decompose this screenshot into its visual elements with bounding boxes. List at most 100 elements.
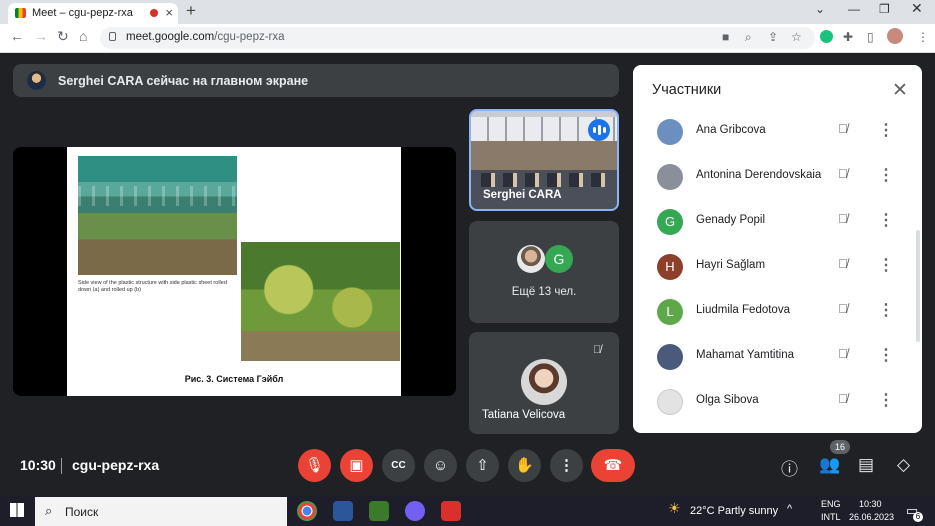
app-icon[interactable] xyxy=(369,501,389,521)
participant-row[interactable]: G Genady Popil 🎙̸ ⋮ xyxy=(633,200,913,245)
participant-avatar xyxy=(657,164,683,190)
captions-icon: CC xyxy=(391,460,406,471)
participant-name: Ana Gribcova xyxy=(696,124,766,136)
participant-avatar: H xyxy=(657,254,683,280)
more-options-button[interactable]: ⋮ xyxy=(550,449,583,482)
reactions-button[interactable]: ☺ xyxy=(424,449,457,482)
close-panel-icon[interactable]: ✕ xyxy=(892,79,908,102)
share-icon[interactable]: ⇪ xyxy=(768,30,778,44)
present-screen-button[interactable]: ⇧ xyxy=(466,449,499,482)
search-placeholder: Поиск xyxy=(65,505,99,519)
more-participants-tile[interactable] xyxy=(469,221,619,323)
more-vert-icon[interactable]: ⋮ xyxy=(878,255,894,275)
more-vert-icon[interactable]: ⋮ xyxy=(878,210,894,230)
activities-icon[interactable]: ◇ xyxy=(897,455,910,475)
clock-date[interactable]: 26.06.2023 xyxy=(849,512,894,522)
new-tab-button[interactable]: + xyxy=(186,1,196,21)
camera-off-icon: ▣ xyxy=(349,457,364,474)
home-icon[interactable]: ⌂ xyxy=(79,28,87,44)
viber-icon[interactable] xyxy=(405,501,425,521)
profile-avatar[interactable] xyxy=(887,28,903,44)
chat-icon[interactable]: ▤ xyxy=(858,455,874,475)
participant-row[interactable]: Ana Gribcova 🎙̸ ⋮ xyxy=(633,110,913,155)
participant-name: Antonina Derendovskaia xyxy=(696,169,822,181)
emoji-icon: ☺ xyxy=(432,457,449,474)
browser-tab[interactable]: Meet – cgu-pepz-rxa × xyxy=(8,3,178,24)
leave-call-button[interactable]: ☎ xyxy=(591,449,635,482)
camera-icon[interactable]: ■ xyxy=(722,30,729,44)
bookmark-star-icon[interactable]: ☆ xyxy=(791,30,802,44)
participant-row[interactable]: L Liudmila Fedotova 🎙̸ ⋮ xyxy=(633,290,913,335)
clock-time[interactable]: 10:30 xyxy=(859,499,882,509)
participant-name: Genady Popil xyxy=(696,214,766,226)
menu-kebab-icon[interactable]: ⋮ xyxy=(917,30,929,44)
hang-up-icon: ☎ xyxy=(603,457,623,474)
weather-text[interactable]: 22°C Partly sunny xyxy=(690,505,778,517)
zoom-icon[interactable]: ⌕ xyxy=(745,30,752,45)
meeting-time: 10:30 xyxy=(20,457,56,473)
divider xyxy=(61,458,62,474)
slide-photo-grapes xyxy=(241,242,400,361)
participant-row[interactable]: H Hayri Sağlam 🎙̸ ⋮ xyxy=(633,245,913,290)
reload-icon[interactable]: ↻ xyxy=(57,28,69,45)
participant-name: Mahamat Yamtitina xyxy=(696,349,795,361)
panel-scrollbar[interactable] xyxy=(916,230,920,342)
pdf-icon[interactable] xyxy=(441,501,461,521)
mic-off-icon: 🎙̸ xyxy=(838,211,848,226)
weather-icon: ☀ xyxy=(668,500,681,516)
url-field[interactable]: meet.google.com/cgu-pepz-rxa xyxy=(100,27,815,49)
word-icon[interactable] xyxy=(333,501,353,521)
mic-off-icon: 🎙̸ xyxy=(838,301,848,316)
present-icon: ⇧ xyxy=(476,457,489,474)
windows-start-icon[interactable] xyxy=(10,503,24,517)
info-icon[interactable]: ⓘ xyxy=(781,455,798,480)
search-icon: ⌕ xyxy=(45,503,53,518)
people-icon[interactable]: 👥 xyxy=(819,455,840,475)
lang-line1[interactable]: ENG xyxy=(821,499,841,509)
more-vert-icon[interactable]: ⋮ xyxy=(878,165,894,185)
meet-favicon-icon xyxy=(15,8,26,18)
tile-name: Tatiana Velicova xyxy=(482,409,566,421)
lang-line2[interactable]: INTL xyxy=(821,512,841,522)
tray-chevron-icon[interactable]: ^ xyxy=(787,503,792,515)
presenting-banner: Serghei CARA сейчас на главном экране xyxy=(13,64,619,97)
participant-avatar xyxy=(657,119,683,145)
more-vert-icon[interactable]: ⋮ xyxy=(878,300,894,320)
mic-toggle-button[interactable]: 🎙 xyxy=(298,449,331,482)
mic-off-icon: 🎙̸ xyxy=(838,391,848,406)
participants-count-badge: 16 xyxy=(830,440,850,454)
extensions-puzzle-icon[interactable]: ✚ xyxy=(843,30,853,44)
participant-avatar xyxy=(657,344,683,370)
more-vert-icon[interactable]: ⋮ xyxy=(878,120,894,140)
mic-off-icon: 🎙̸ xyxy=(838,121,848,136)
participant-row[interactable]: Olga Sibova 🎙̸ ⋮ xyxy=(633,380,913,425)
more-vert-icon: ⋮ xyxy=(559,457,574,474)
side-panel-icon[interactable]: ▯ xyxy=(867,30,874,44)
extension-icon[interactable] xyxy=(820,30,833,43)
restore-icon[interactable]: ❐ xyxy=(879,2,890,16)
raise-hand-button[interactable]: ✋ xyxy=(508,449,541,482)
chevron-down-icon[interactable]: ⌄ xyxy=(815,2,825,16)
slide-caption: Side view of the plastic structure with … xyxy=(78,280,227,293)
url-path: /cgu-pepz-rxa xyxy=(214,31,285,43)
more-vert-icon[interactable]: ⋮ xyxy=(878,390,894,410)
participant-name: Hayri Sağlam xyxy=(696,259,766,271)
back-icon[interactable]: ← xyxy=(10,28,24,44)
notification-count: 6 xyxy=(913,512,923,522)
participant-avatar xyxy=(521,359,567,405)
more-vert-icon[interactable]: ⋮ xyxy=(878,345,894,365)
captions-button[interactable]: CC xyxy=(382,449,415,482)
participant-name: Liudmila Fedotova xyxy=(696,304,790,316)
forward-icon[interactable]: → xyxy=(34,28,48,44)
presenter-avatar xyxy=(27,71,46,90)
taskbar-search[interactable]: ⌕ Поиск xyxy=(35,497,287,526)
participant-row[interactable]: Mahamat Yamtitina 🎙̸ ⋮ xyxy=(633,335,913,380)
hand-icon: ✋ xyxy=(515,457,534,474)
participant-row[interactable]: Antonina Derendovskaia 🎙̸ ⋮ xyxy=(633,155,913,200)
camera-toggle-button[interactable]: ▣ xyxy=(340,449,373,482)
mic-off-icon: 🎙 xyxy=(304,457,325,474)
close-tab-icon[interactable]: × xyxy=(165,5,173,20)
close-window-icon[interactable]: ✕ xyxy=(911,0,923,17)
minimize-icon[interactable]: — xyxy=(848,2,860,16)
chrome-icon[interactable] xyxy=(297,501,317,521)
